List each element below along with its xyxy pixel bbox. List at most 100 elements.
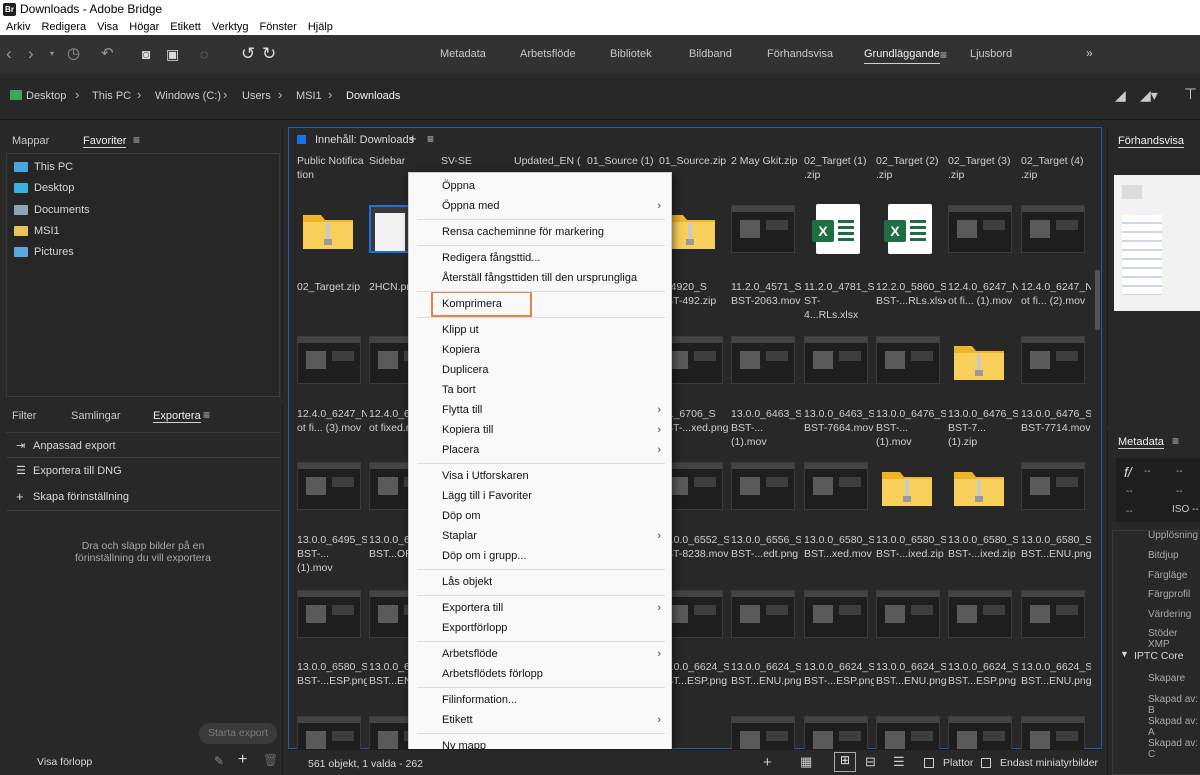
breadcrumb-windows[interactable]: Windows (C:) [155,90,221,102]
excel-file-icon[interactable]: X [812,204,860,254]
view-thumbnails-icon[interactable]: ⊞ [834,752,856,772]
thumbnails-only-checkbox[interactable] [981,758,991,768]
file-thumbnail[interactable] [731,462,795,510]
chevron-right-icon[interactable]: › [278,87,282,102]
edit-icon[interactable]: ✎ [214,754,224,768]
panel-menu-icon[interactable]: ≡ [1172,434,1179,448]
view-details-icon[interactable]: ⊟ [865,754,876,770]
menu-item-återställ-fångsttiden-till-den-ursprungliga[interactable]: Återställ fångsttiden till den ursprungl… [442,272,637,284]
zip-folder-icon[interactable] [301,209,355,251]
workspace-grundlaggande[interactable]: Grundläggande [864,48,940,64]
menu-item-etikett[interactable]: Etikett [442,714,473,726]
file-thumbnail[interactable] [1021,205,1085,253]
menu-item-lås-objekt[interactable]: Lås objekt [442,576,492,588]
file-thumbnail[interactable] [948,205,1012,253]
menu-item-öppna[interactable]: Öppna [442,180,475,192]
chevron-right-icon[interactable]: › [223,87,227,102]
workspace-forhandsvisa[interactable]: Förhandsvisa [767,48,833,60]
scrollbar-thumb[interactable] [1095,270,1100,330]
tab-favoriter[interactable]: Favoriter [83,135,127,148]
tab-mappar[interactable]: Mappar [12,135,49,147]
workspace-bibliotek[interactable]: Bibliotek [610,48,652,60]
menu-item-kopiera[interactable]: Kopiera [442,344,480,356]
menu-item-placera[interactable]: Placera [442,444,479,456]
menu-item-ta-bort[interactable]: Ta bort [442,384,476,396]
tab-metadata[interactable]: Metadata [1118,436,1164,449]
menu-hogar[interactable]: Högar [129,21,159,33]
tab-exportera[interactable]: Exportera [153,410,201,423]
breadcrumb-users[interactable]: Users [242,90,271,102]
trash-icon[interactable]: 🗑 [263,753,278,767]
forward-icon[interactable]: › [28,35,34,73]
iptc-title[interactable]: IPTC Core [1134,650,1184,662]
file-thumbnail[interactable] [297,590,361,638]
breadcrumb-desktop[interactable]: Desktop [26,90,66,102]
favorite-desktop[interactable]: Desktop [14,182,74,194]
panel-menu-icon[interactable]: ≡ [133,133,140,147]
filter-icon[interactable]: ⊤ [1184,85,1197,103]
open-camera-raw-icon[interactable]: ◌ [200,35,208,73]
plattor-checkbox[interactable] [924,758,934,768]
sort-rating-icon[interactable]: ◢▾ [1140,87,1158,104]
start-export-button[interactable]: Starta export [199,723,277,744]
workspace-ljusbord[interactable]: Ljusbord [970,48,1012,60]
view-list-icon[interactable]: ☰ [893,754,905,770]
menu-item-kopiera-till[interactable]: Kopiera till [442,424,493,436]
zip-folder-icon[interactable] [952,340,1006,382]
refine-icon[interactable]: ▣ [166,35,179,73]
menu-item-exportförlopp[interactable]: Exportförlopp [442,622,507,634]
menu-item-duplicera[interactable]: Duplicera [442,364,488,376]
breadcrumb-downloads[interactable]: Downloads [346,90,400,102]
menu-item-staplar[interactable]: Staplar [442,530,477,542]
menu-item-döp-om-i-grupp[interactable]: Döp om i grupp... [442,550,526,562]
recent-icon[interactable]: ◷ [67,35,80,73]
camera-icon[interactable]: ◙ [142,35,150,73]
menu-item-klipp-ut[interactable]: Klipp ut [442,324,479,336]
file-thumbnail[interactable] [1021,336,1085,384]
add-icon[interactable]: + [238,751,247,769]
menu-hjalp[interactable]: Hjälp [308,21,333,33]
menu-item-döp-om[interactable]: Döp om [442,510,481,522]
workspace-menu-icon[interactable]: ≡ [940,48,947,62]
file-thumbnail[interactable] [731,205,795,253]
favorite-msi1[interactable]: MSI1 [14,225,60,237]
menu-item-filinformation[interactable]: Filinformation... [442,694,517,706]
create-preset[interactable]: Skapa förinställning [33,491,129,503]
file-thumbnail[interactable] [1021,590,1085,638]
grid-lock-icon[interactable]: ▦ [800,754,812,770]
export-dng[interactable]: Exportera till DNG [33,465,122,477]
menu-fonster[interactable]: Fönster [260,21,297,33]
zip-folder-icon[interactable] [952,466,1006,508]
file-thumbnail[interactable] [297,336,361,384]
favorite-pictures[interactable]: Pictures [14,246,74,258]
menu-item-lägg-till-i-favoriter[interactable]: Lägg till i Favoriter [442,490,532,502]
menu-item-flytta-till[interactable]: Flytta till [442,404,482,416]
rotate-right-icon[interactable]: ↻ [262,35,276,73]
file-thumbnail[interactable] [1021,462,1085,510]
zip-folder-icon[interactable] [880,466,934,508]
more-workspaces-icon[interactable]: » [1086,46,1093,60]
tab-filter[interactable]: Filter [12,410,36,422]
tab-forhandsvisa[interactable]: Förhandsvisa [1118,135,1185,148]
workspace-arbetsflode[interactable]: Arbetsflöde [520,48,576,60]
file-thumbnail[interactable] [804,590,868,638]
tab-samlingar[interactable]: Samlingar [71,410,121,422]
back-icon[interactable]: ‹ [6,35,12,73]
menu-arkiv[interactable]: Arkiv [6,21,30,33]
file-thumbnail[interactable] [731,336,795,384]
menu-item-exportera-till[interactable]: Exportera till [442,602,503,614]
file-thumbnail[interactable] [804,336,868,384]
menu-item-öppna-med[interactable]: Öppna med [442,200,499,212]
menu-visa[interactable]: Visa [97,21,118,33]
workspace-metadata[interactable]: Metadata [440,48,486,60]
file-thumbnail[interactable] [948,590,1012,638]
panel-menu-icon[interactable]: ≡ [427,132,434,146]
menu-item-arbetsflöde[interactable]: Arbetsflöde [442,648,498,660]
show-progress[interactable]: Visa förlopp [37,756,92,768]
file-thumbnail[interactable] [876,590,940,638]
favorite-documents[interactable]: Documents [14,204,90,216]
menu-item-komprimera[interactable]: Komprimera [442,298,502,310]
excel-file-icon[interactable]: X [884,204,932,254]
export-custom[interactable]: Anpassad export [33,440,116,452]
add-tab-icon[interactable]: + [409,131,417,146]
